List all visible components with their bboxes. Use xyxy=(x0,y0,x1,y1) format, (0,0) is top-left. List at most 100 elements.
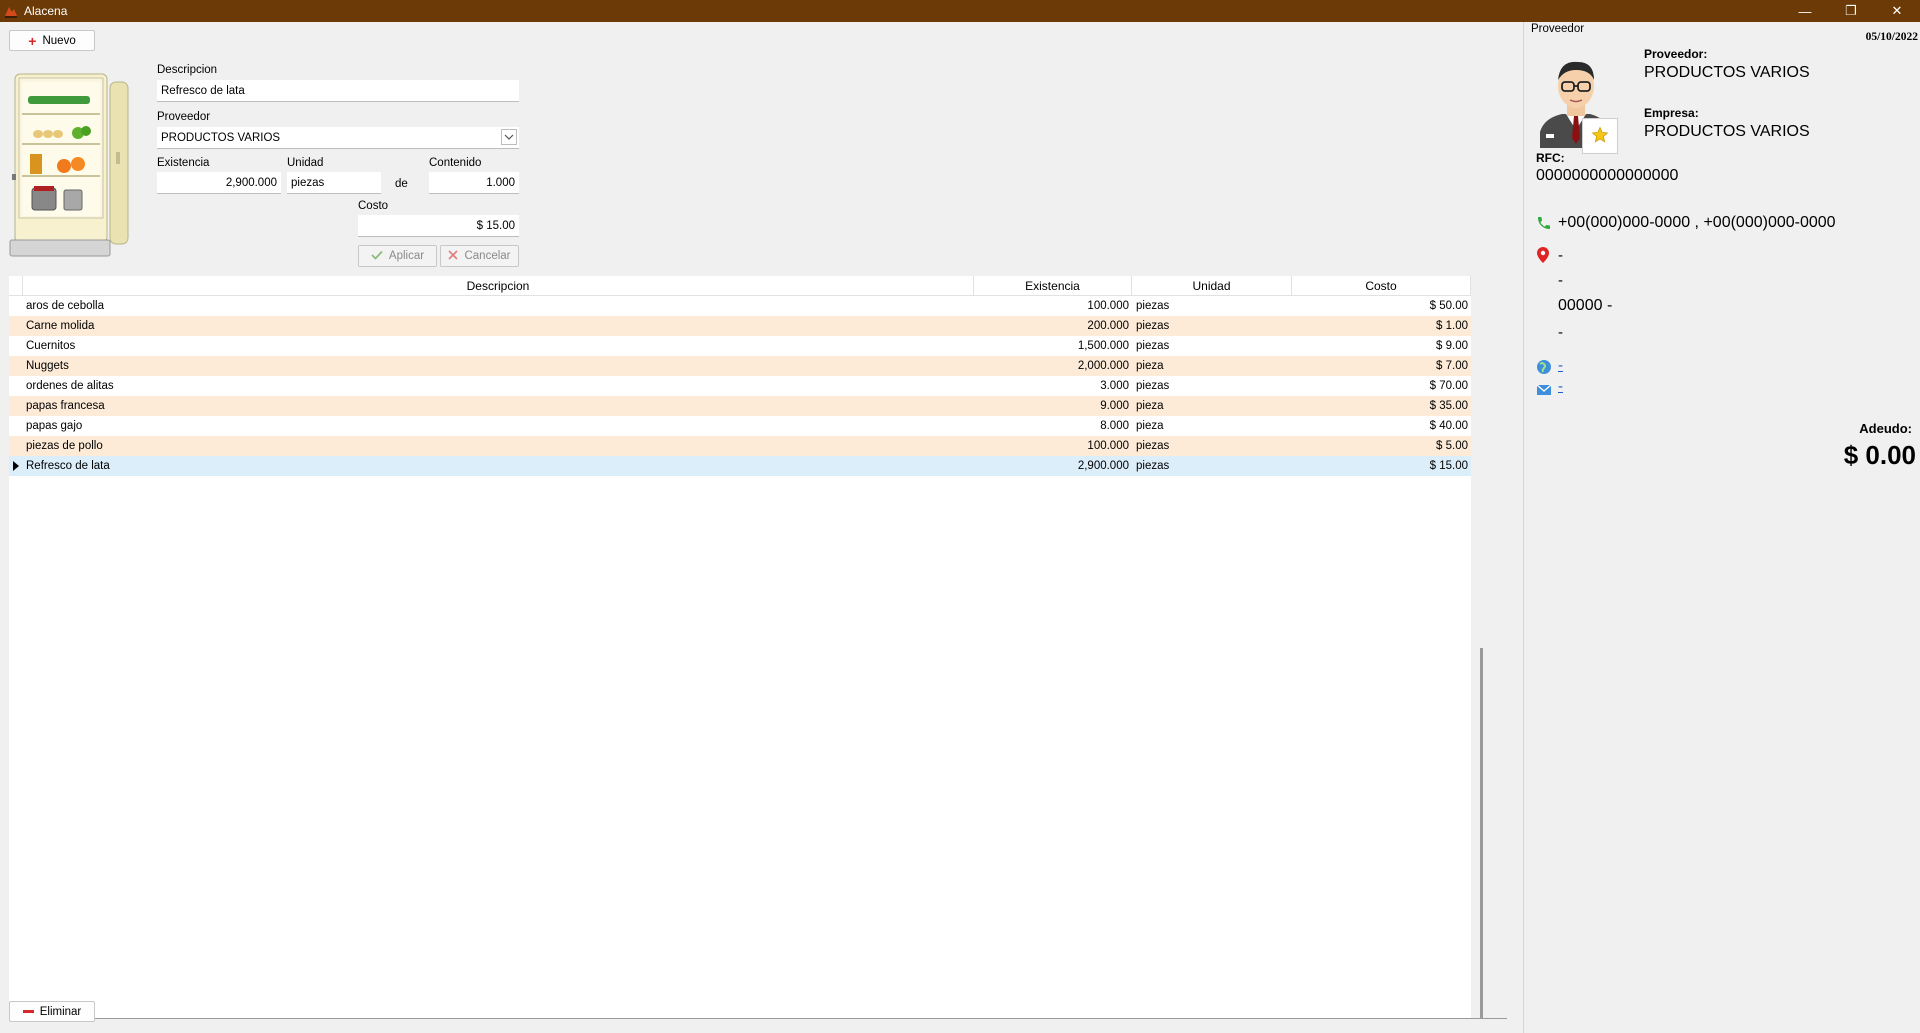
cell-unidad: pieza xyxy=(1136,360,1164,372)
table-row[interactable]: Carne molida 200.000 piezas $ 1.00 xyxy=(9,316,1471,336)
cell-unidad: piezas xyxy=(1136,340,1170,352)
cell-existencia: 9.000 xyxy=(1100,400,1129,412)
table-row-selected[interactable]: Refresco de lata 2,900.000 piezas $ 15.00 xyxy=(9,456,1471,476)
existencia-input[interactable]: 2,900.000 xyxy=(157,172,281,194)
minimize-button[interactable]: — xyxy=(1782,0,1828,22)
table-row[interactable]: aros de cebolla 100.000 piezas $ 50.00 xyxy=(9,296,1471,316)
cell-costo: $ 1.00 xyxy=(1436,320,1468,332)
header-descripcion[interactable]: Descripcion xyxy=(23,276,974,296)
contenido-label: Contenido xyxy=(429,157,482,169)
cell-unidad: piezas xyxy=(1136,440,1170,452)
table-row[interactable]: ordenes de alitas 3.000 piezas $ 70.00 xyxy=(9,376,1471,396)
phone-icon xyxy=(1536,215,1552,234)
cell-descripcion: aros de cebolla xyxy=(26,300,104,312)
header-unidad[interactable]: Unidad xyxy=(1132,276,1292,296)
cell-costo: $ 15.00 xyxy=(1429,460,1468,472)
table-body: aros de cebolla 100.000 piezas $ 50.00 Carn… xyxy=(9,296,1471,476)
app-icon xyxy=(4,4,18,18)
table-row[interactable]: Nuggets 2,000.000 pieza $ 7.00 xyxy=(9,356,1471,376)
table-scrollbar[interactable] xyxy=(1471,276,1492,1018)
row-indicator xyxy=(9,416,23,436)
email-link[interactable]: - xyxy=(1558,378,1563,395)
favorite-button[interactable] xyxy=(1582,118,1618,154)
mail-icon xyxy=(1536,382,1552,399)
apply-button[interactable]: Aplicar xyxy=(358,245,437,267)
website-link[interactable]: - xyxy=(1558,357,1563,374)
cell-unidad: piezas xyxy=(1136,300,1170,312)
adeudo-value: $ 0.00 xyxy=(1843,440,1916,470)
existencia-label: Existencia xyxy=(157,157,210,169)
scrollbar-thumb[interactable] xyxy=(1480,648,1483,1018)
address-line-4: - xyxy=(1558,324,1563,341)
cell-unidad: pieza xyxy=(1136,400,1164,412)
unidad-input[interactable]: piezas xyxy=(287,172,381,194)
table-row[interactable]: Cuernitos 1,500.000 piezas $ 9.00 xyxy=(9,336,1471,356)
cell-existencia: 1,500.000 xyxy=(1077,340,1129,352)
cell-costo: $ 70.00 xyxy=(1429,380,1468,392)
de-label: de xyxy=(395,178,408,190)
minus-icon xyxy=(22,1010,34,1013)
cell-costo: $ 9.00 xyxy=(1436,340,1468,352)
table-row[interactable]: papas francesa 9.000 pieza $ 35.00 xyxy=(9,396,1471,416)
row-indicator xyxy=(9,436,23,456)
table-row[interactable]: papas gajo 8.000 pieza $ 40.00 xyxy=(9,416,1471,436)
plus-icon: + xyxy=(28,32,37,49)
costo-label: Costo xyxy=(358,200,389,212)
cell-costo: $ 7.00 xyxy=(1436,360,1468,372)
cell-costo: $ 35.00 xyxy=(1429,400,1468,412)
unidad-label: Unidad xyxy=(287,157,324,169)
row-indicator xyxy=(9,336,23,356)
cell-unidad: piezas xyxy=(1136,460,1170,472)
cancel-button[interactable]: Cancelar xyxy=(440,245,519,267)
row-indicator xyxy=(9,356,23,376)
cell-descripcion: Carne molida xyxy=(26,320,95,332)
delete-button[interactable]: Eliminar xyxy=(9,1001,95,1022)
cell-descripcion: Nuggets xyxy=(26,360,69,372)
cell-existencia: 3.000 xyxy=(1100,380,1129,392)
check-icon xyxy=(371,250,383,263)
cell-existencia: 100.000 xyxy=(1087,300,1129,312)
row-indicator xyxy=(9,296,23,316)
cell-costo: $ 50.00 xyxy=(1429,300,1468,312)
cell-descripcion: papas gajo xyxy=(26,420,83,432)
globe-icon xyxy=(1536,359,1552,378)
window-title: Alacena xyxy=(24,4,68,18)
cancel-button-label: Cancelar xyxy=(464,250,511,262)
cell-descripcion: Cuernitos xyxy=(26,340,76,352)
adeudo-label: Adeudo: xyxy=(1859,421,1912,436)
cell-descripcion: Refresco de lata xyxy=(26,460,110,472)
rfc-label: RFC: xyxy=(1536,151,1565,165)
delete-button-label: Eliminar xyxy=(39,1005,82,1018)
table-header: Descripcion Existencia Unidad Costo xyxy=(9,276,1471,296)
descripcion-input[interactable]: Refresco de lata xyxy=(157,80,519,102)
cell-costo: $ 40.00 xyxy=(1429,420,1468,432)
cell-unidad: piezas xyxy=(1136,320,1170,332)
supplier-section-label: Proveedor xyxy=(1531,23,1585,35)
header-costo[interactable]: Costo xyxy=(1292,276,1471,296)
contenido-input[interactable]: 1.000 xyxy=(429,172,519,194)
new-button[interactable]: + Nuevo xyxy=(9,30,95,51)
cell-unidad: piezas xyxy=(1136,380,1170,392)
costo-input[interactable]: $ 15.00 xyxy=(358,215,519,237)
row-indicator xyxy=(9,316,23,336)
close-button[interactable]: ✕ xyxy=(1874,0,1920,22)
star-icon xyxy=(1591,126,1609,147)
proveedor-select[interactable]: PRODUCTOS VARIOS xyxy=(157,127,519,149)
row-indicator xyxy=(9,376,23,396)
restore-button[interactable]: ❐ xyxy=(1828,0,1874,22)
header-indicator xyxy=(9,276,23,296)
header-existencia[interactable]: Existencia xyxy=(974,276,1132,296)
title-bar: Alacena — ❐ ✕ xyxy=(0,0,1920,22)
new-button-label: Nuevo xyxy=(42,34,76,47)
descripcion-label: Descripcion xyxy=(157,64,218,76)
proveedor-label: Proveedor xyxy=(157,111,211,123)
proveedor-select-value: PRODUCTOS VARIOS xyxy=(161,131,281,144)
phone-numbers: +00(000)000-0000 , +00(000)000-0000 xyxy=(1558,214,1836,231)
proveedor-field-label: Proveedor: xyxy=(1644,47,1708,61)
cell-existencia: 200.000 xyxy=(1087,320,1129,332)
rfc-value: 0000000000000000 xyxy=(1536,167,1679,184)
chevron-down-icon[interactable] xyxy=(501,129,517,145)
table-row[interactable]: piezas de pollo 100.000 piezas $ 5.00 xyxy=(9,436,1471,456)
apply-button-label: Aplicar xyxy=(388,250,425,262)
bottom-divider xyxy=(9,1018,1507,1019)
